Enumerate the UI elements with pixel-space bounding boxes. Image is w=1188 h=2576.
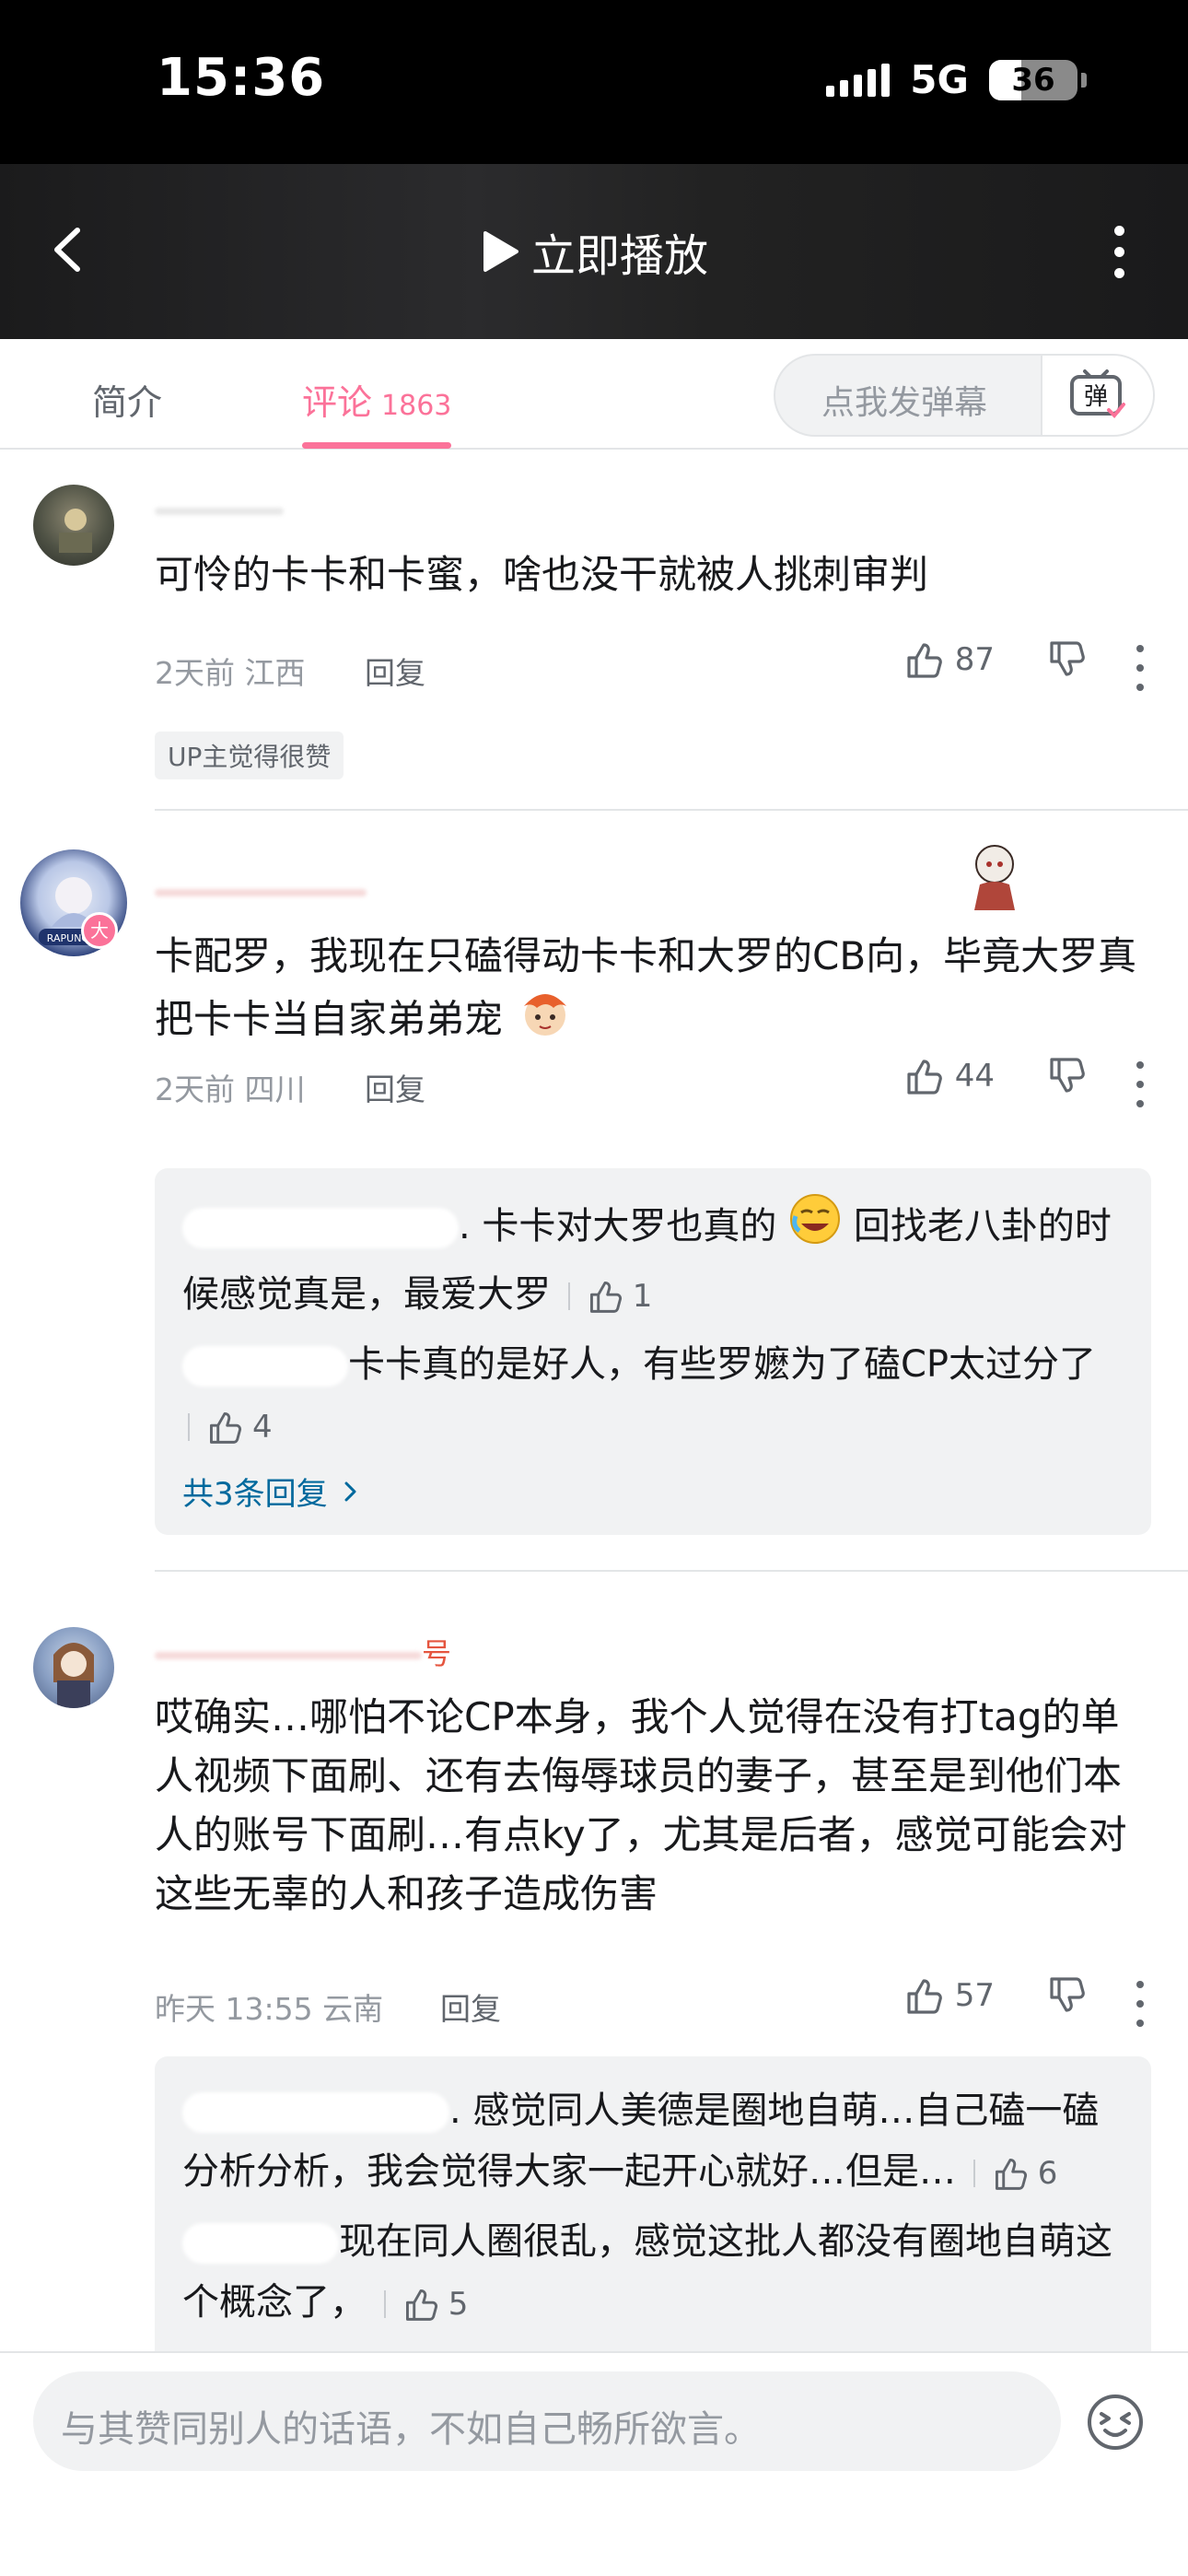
like-button[interactable]: 57: [903, 1975, 995, 2016]
reply-username-redacted: [182, 1346, 348, 1387]
tab-comments-count: 1863: [381, 390, 452, 422]
reply-button[interactable]: 回复: [440, 1985, 501, 2029]
decoration-sticker: [963, 838, 1030, 916]
thumbs-up-icon: [907, 1060, 942, 1095]
username-redacted[interactable]: [155, 492, 284, 527]
play-now-button[interactable]: 立即播放: [0, 219, 1188, 284]
tab-bar: 简介 评论 1863 点我发弹幕 弹: [0, 339, 1188, 450]
reply-like-count: 1: [632, 1278, 653, 1315]
reply-item[interactable]: 现在同人圈很乱，感觉这批人都没有圈地自萌这个概念了， 5: [182, 2211, 1124, 2335]
comment-time-location: 2天前 四川: [155, 1071, 306, 1107]
battery-tip: [1081, 72, 1087, 88]
like-button[interactable]: 87: [903, 639, 995, 680]
username-fragment: 号: [422, 1636, 452, 1671]
reply-username-redacted: [182, 1208, 459, 1248]
view-more-replies-link[interactable]: 共3条回复: [182, 1469, 1124, 1514]
comment-meta: 2天前 江西 回复 87: [155, 639, 1151, 695]
reply-like-count: 6: [1037, 2155, 1058, 2192]
comment-item: RAPUNCEL 大 卡配罗，我现在只磕得动卡卡和大罗的CB向，毕竟大罗真把卡卡…: [0, 811, 1188, 1572]
thumbs-up-icon: [210, 1412, 242, 1444]
reply-button[interactable]: 回复: [365, 649, 425, 693]
danmaku-placeholder: 点我发弹幕: [821, 384, 988, 422]
play-now-label: 立即播放: [530, 230, 708, 282]
reply-username-redacted: [182, 2223, 339, 2264]
comment-text-body: 卡配罗，我现在只磕得动卡卡和大罗的CB向，毕竟大罗真把卡卡当自家弟弟宠: [155, 933, 1137, 1042]
username-redacted[interactable]: [155, 873, 367, 908]
emoji-button[interactable]: [1083, 2390, 1147, 2454]
more-options-icon[interactable]: [1129, 1981, 1151, 2027]
comment-input-placeholder: 与其赞同别人的话语，不如自己畅所欲言。: [61, 2408, 761, 2451]
tab-intro[interactable]: 简介: [92, 374, 162, 425]
comment-text: 可怜的卡卡和卡蜜，啥也没干就被人挑刺审判: [155, 552, 929, 597]
avatar[interactable]: [33, 485, 114, 566]
reply-username-redacted: [182, 2092, 449, 2133]
status-time: 15:36: [157, 48, 326, 108]
tab-comments-label: 评论: [302, 382, 373, 423]
reply-like-button[interactable]: 5: [383, 2274, 469, 2335]
crying-laugh-emoji: [788, 1192, 842, 1264]
reply-list: . 感觉同人美德是圈地自萌…自己磕一磕分析分析，我会觉得大家一起开心就好…但是……: [155, 2056, 1151, 2351]
comment-input[interactable]: 与其赞同别人的话语，不如自己畅所欲言。: [33, 2371, 1061, 2471]
comment-meta: 2天前 四川 回复 44: [155, 1056, 1151, 1111]
chevron-right-icon: [344, 1481, 356, 1501]
dislike-button[interactable]: [1046, 1975, 1087, 2020]
signal-icon: [826, 63, 891, 97]
status-bar: 15:36 5G 36: [0, 0, 1188, 164]
dislike-button[interactable]: [1046, 1056, 1087, 1100]
emoji-icon: [1088, 2395, 1143, 2450]
danmaku-input[interactable]: 点我发弹幕 弹: [774, 354, 1155, 437]
vip-badge: 大: [81, 912, 118, 949]
more-options-icon[interactable]: [1129, 645, 1151, 691]
thumbs-up-icon: [589, 1282, 622, 1313]
thumbs-up-icon: [995, 2159, 1027, 2190]
thumbs-up-icon: [405, 2289, 437, 2321]
play-icon: [483, 231, 518, 272]
thumbs-down-icon: [1050, 1977, 1085, 2012]
status-right: 5G 36: [826, 57, 1087, 102]
battery-percent: 36: [1011, 61, 1055, 99]
reply-like-button[interactable]: 6: [973, 2143, 1058, 2204]
reply-like-button[interactable]: 4: [188, 1397, 273, 1458]
thumbs-up-icon: [907, 643, 942, 678]
comment-text: 哎确实…哪怕不论CP本身，我个人觉得在没有打tag的单人视频下面刷、还有去侮辱球…: [155, 1694, 1127, 1916]
reply-like-count: 5: [448, 2286, 469, 2323]
like-count: 44: [954, 1058, 995, 1095]
reply-item[interactable]: 卡卡真的是好人，有些罗嬷为了磕CP太过分了 4: [182, 1334, 1124, 1458]
dislike-button[interactable]: [1046, 639, 1087, 684]
tab-active-indicator: [302, 442, 451, 449]
more-vertical-icon[interactable]: [1087, 219, 1151, 284]
comment-input-bar: 与其赞同别人的话语，不如自己畅所欲言。: [0, 2351, 1188, 2576]
comment-time-location: 2天前 江西: [155, 655, 306, 691]
battery-icon: 36: [989, 59, 1077, 100]
like-button[interactable]: 44: [903, 1056, 995, 1096]
network-label: 5G: [910, 57, 969, 102]
reply-like-button[interactable]: 1: [567, 1266, 653, 1327]
like-count: 87: [954, 641, 995, 678]
reply-list: . 卡卡对大罗也真的 回找老八卦的时候感觉真是，最爱大罗 1 卡卡真的是好人，有…: [155, 1168, 1151, 1535]
danmaku-button-label: 弹: [1084, 383, 1108, 411]
danmaku-toggle-button[interactable]: 弹: [1041, 356, 1153, 435]
thumbs-up-icon: [907, 1979, 942, 2014]
danmaku-icon: 弹: [1070, 369, 1125, 418]
reply-like-count: 4: [252, 1409, 273, 1446]
username-redacted[interactable]: 号: [155, 1631, 451, 1673]
thumbs-down-icon: [1050, 1058, 1085, 1093]
comment-time-location: 昨天 13:55 云南: [155, 1991, 384, 2027]
reply-item[interactable]: . 感觉同人美德是圈地自萌…自己磕一磕分析分析，我会觉得大家一起开心就好…但是……: [182, 2080, 1124, 2204]
comment-item: 号 哎确实…哪怕不论CP本身，我个人觉得在没有打tag的单人视频下面刷、还有去侮…: [0, 1572, 1188, 2351]
sticker-emoji: [515, 986, 576, 1058]
more-options-icon[interactable]: [1129, 1061, 1151, 1107]
comment-item: 可怜的卡卡和卡蜜，啥也没干就被人挑刺审判 2天前 江西 回复 87 UP主觉得很…: [0, 450, 1188, 811]
view-more-replies-label: 共3条回复: [182, 1476, 328, 1513]
reply-item[interactable]: . 卡卡对大罗也真的 回找老八卦的时候感觉真是，最爱大罗 1: [182, 1192, 1124, 1327]
comment-meta: 昨天 13:55 云南 回复 57: [155, 1975, 1151, 2031]
reply-button[interactable]: 回复: [365, 1065, 425, 1109]
comment-text: 卡配罗，我现在只磕得动卡卡和大罗的CB向，毕竟大罗真把卡卡当自家弟弟宠: [155, 927, 1151, 1058]
tab-comments[interactable]: 评论 1863: [302, 374, 451, 425]
video-header: 立即播放: [0, 164, 1188, 339]
avatar[interactable]: [33, 1627, 114, 1708]
thumbs-down-icon: [1050, 641, 1085, 676]
up-liked-badge: UP主觉得很赞: [155, 732, 344, 779]
like-count: 57: [954, 1977, 995, 2014]
